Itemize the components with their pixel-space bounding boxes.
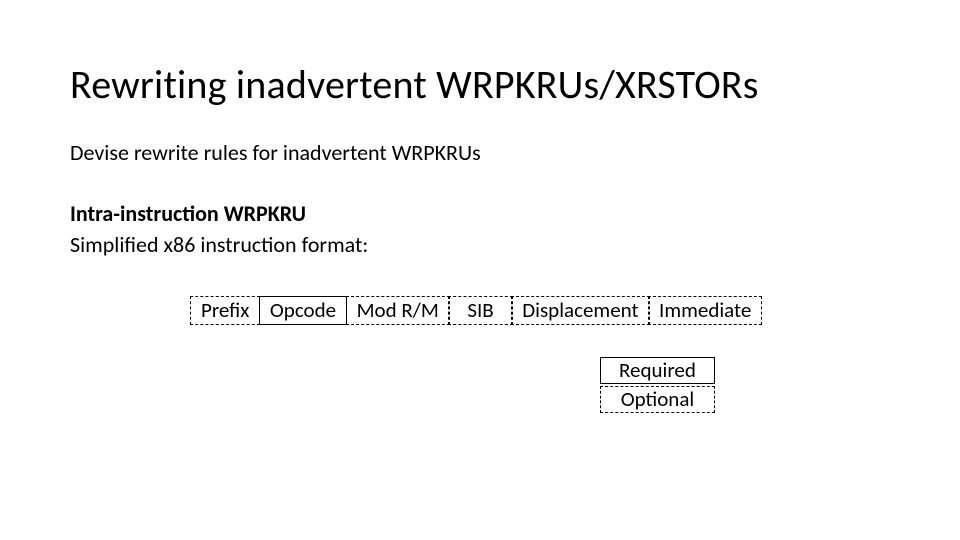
instruction-format-row: Prefix Opcode Mod R/M SIB Displacement I… (190, 296, 890, 325)
field-prefix: Prefix (190, 296, 260, 325)
field-sib: SIB (448, 296, 512, 325)
format-caption: Simplified x86 instruction format: (70, 231, 890, 258)
lead-text: Devise rewrite rules for inadvertent WRP… (70, 139, 890, 166)
slide-title: Rewriting inadvertent WRPKRUs/XRSTORs (70, 60, 890, 109)
field-immediate: Immediate (648, 296, 762, 325)
legend-optional: Optional (600, 386, 715, 413)
subheading: Intra-instruction WRPKRU (70, 200, 890, 227)
field-opcode: Opcode (259, 296, 347, 325)
field-displacement: Displacement (511, 296, 649, 325)
field-modrm: Mod R/M (346, 296, 450, 325)
legend-required: Required (600, 357, 715, 384)
legend: Required Optional (600, 357, 715, 413)
slide: Rewriting inadvertent WRPKRUs/XRSTORs De… (0, 0, 960, 540)
